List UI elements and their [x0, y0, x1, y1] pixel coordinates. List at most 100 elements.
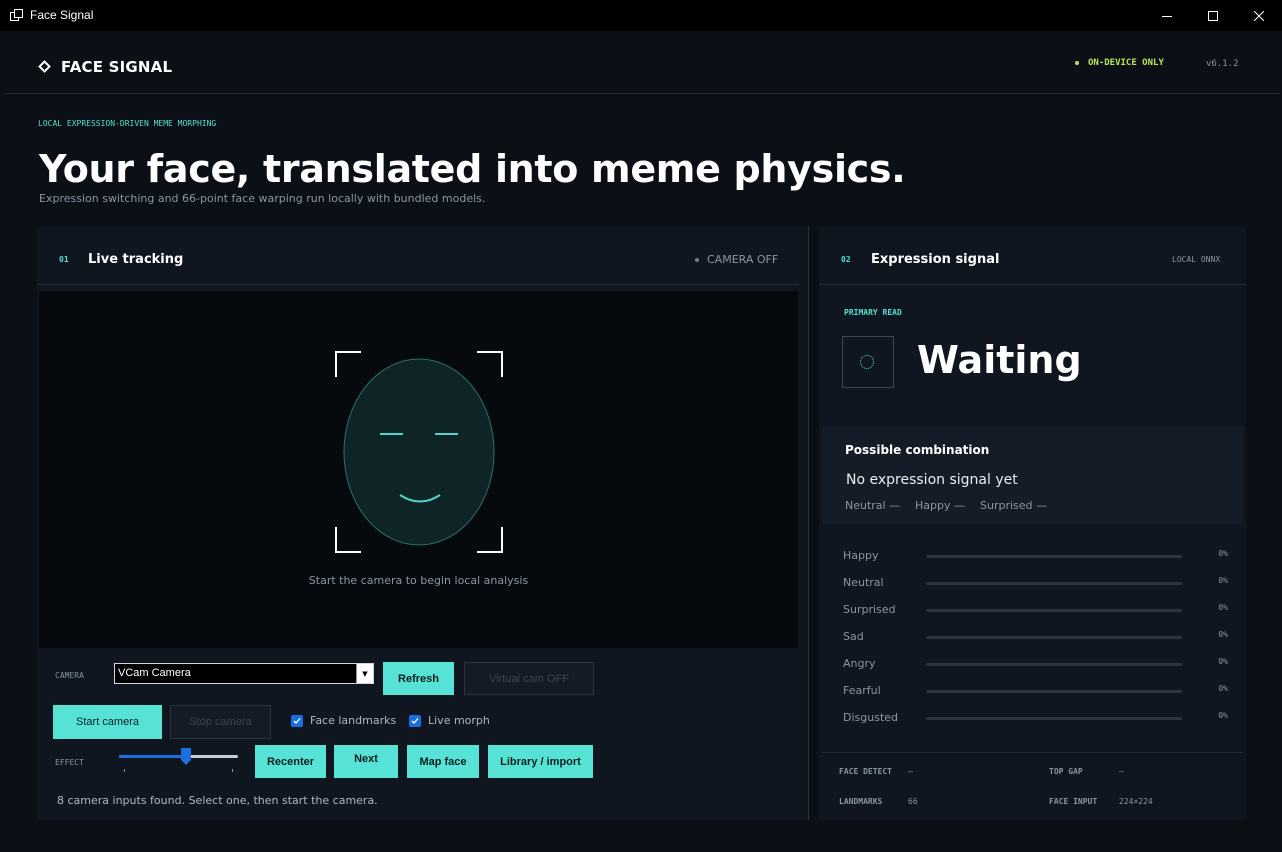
- live-morph-checkbox[interactable]: Live morph: [409, 714, 490, 727]
- camera-preview: Start the camera to begin local analysis: [39, 291, 798, 648]
- maximize-icon: [1208, 10, 1218, 21]
- emotion-percent: 0%: [1218, 630, 1228, 639]
- effect-slider[interactable]: [119, 746, 238, 772]
- brand-name: FACE SIGNAL: [61, 58, 173, 76]
- camera-label: CAMERA: [55, 671, 84, 680]
- top-gap-label: TOP GAP: [1049, 767, 1083, 776]
- camera-hint: Start the camera to begin local analysis: [308, 574, 529, 587]
- close-icon: [1254, 10, 1264, 21]
- panel-number: 02: [841, 255, 851, 264]
- emotion-row: Surprised 0%: [843, 603, 1228, 617]
- emotion-name: Fearful: [843, 684, 881, 697]
- slider-fill: [119, 755, 186, 758]
- emotion-bar: [926, 582, 1182, 585]
- on-device-label: ON-DEVICE ONLY: [1088, 58, 1164, 68]
- panel-divider: [819, 284, 1246, 285]
- emotion-name: Happy: [843, 549, 879, 562]
- map-face-button[interactable]: Map face: [407, 745, 479, 778]
- landmarks-stat-value: 66: [908, 797, 918, 806]
- start-camera-button[interactable]: Start camera: [53, 705, 162, 739]
- combination-tag: Happy —: [915, 499, 965, 512]
- camera-select-value: VCam Camera: [118, 667, 191, 679]
- emotion-bar: [926, 663, 1182, 666]
- close-button[interactable]: [1236, 0, 1282, 31]
- emotion-name: Angry: [843, 657, 876, 670]
- emotion-row: Neutral 0%: [843, 576, 1228, 590]
- panel-number: 01: [59, 255, 69, 264]
- face-placeholder-icon: [335, 351, 503, 553]
- face-detect-label: FACE DETECT: [839, 767, 892, 776]
- emotion-percent: 0%: [1218, 711, 1228, 720]
- on-device-status: ON-DEVICE ONLY: [1075, 58, 1164, 68]
- next-button[interactable]: Next: [334, 745, 398, 778]
- panel-title: Expression signal: [871, 252, 1000, 267]
- camera-select[interactable]: VCam Camera ▼: [114, 663, 374, 684]
- emotion-bar: [926, 609, 1182, 612]
- diamond-icon: [38, 60, 51, 73]
- emotion-row: Fearful 0%: [843, 684, 1228, 698]
- face-input-value: 224×224: [1119, 797, 1153, 806]
- emotion-percent: 0%: [1218, 657, 1228, 666]
- top-gap-value: —: [1119, 767, 1124, 776]
- camera-status-label: CAMERA OFF: [707, 253, 779, 266]
- effect-label: EFFECT: [55, 758, 84, 767]
- panel-title: Live tracking: [88, 252, 184, 267]
- emotion-percent: 0%: [1218, 603, 1228, 612]
- minimize-button[interactable]: [1144, 0, 1190, 31]
- recenter-button[interactable]: Recenter: [255, 745, 326, 778]
- emotion-name: Sad: [843, 630, 864, 643]
- combination-text: No expression signal yet: [846, 472, 1018, 488]
- face-landmarks-checkbox[interactable]: Face landmarks: [291, 714, 396, 727]
- emotion-percent: 0%: [1218, 576, 1228, 585]
- engine-label: LOCAL ONNX: [1172, 255, 1221, 264]
- primary-read-label: PRIMARY READ: [844, 308, 902, 317]
- slider-thumb[interactable]: [181, 748, 191, 765]
- emotion-bar: [926, 636, 1182, 639]
- chevron-down-icon[interactable]: ▼: [356, 664, 373, 683]
- emotion-percent: 0%: [1218, 684, 1228, 693]
- title-bar: Face Signal: [0, 0, 1282, 31]
- checkmark-icon: [409, 714, 421, 727]
- window-title: Face Signal: [30, 8, 94, 22]
- combination-tag: Neutral —: [845, 499, 901, 512]
- emotion-percent: 0%: [1218, 549, 1228, 558]
- camera-status-dot-icon: [695, 258, 699, 262]
- emotion-name: Surprised: [843, 603, 896, 616]
- slider-tick: [124, 769, 125, 772]
- virtual-cam-button[interactable]: Virtual cam OFF: [464, 662, 594, 695]
- emotion-name: Disgusted: [843, 711, 899, 724]
- camera-status: CAMERA OFF: [695, 253, 778, 266]
- version-label: v6.1.2: [1206, 59, 1239, 69]
- face-input-label: FACE INPUT: [1049, 797, 1098, 806]
- face-detect-value: —: [908, 767, 913, 776]
- stats-divider: [822, 752, 1243, 753]
- slider-tick: [232, 769, 233, 772]
- emotion-row: Happy 0%: [843, 549, 1228, 563]
- hero-subtitle: Expression switching and 66-point face w…: [39, 192, 486, 205]
- emotion-bar: [926, 555, 1182, 558]
- hero-title: Your face, translated into meme physics.: [39, 147, 906, 191]
- emotion-bar: [926, 717, 1182, 720]
- emotion-name: Neutral: [843, 576, 884, 589]
- primary-read-value: Waiting: [917, 338, 1082, 382]
- emotion-row: Disgusted 0%: [843, 711, 1228, 725]
- emotion-row: Angry 0%: [843, 657, 1228, 671]
- combination-tag: Surprised —: [980, 499, 1048, 512]
- refresh-button[interactable]: Refresh: [383, 662, 454, 695]
- panel-divider: [37, 284, 799, 285]
- stop-camera-button[interactable]: Stop camera: [170, 705, 271, 739]
- app-icon: [10, 9, 23, 21]
- expression-signal-panel: 02 Expression signal LOCAL ONNX PRIMARY …: [819, 226, 1246, 820]
- status-dot-icon: [1075, 60, 1079, 65]
- library-import-button[interactable]: Library / import: [488, 745, 593, 778]
- camera-status-message: 8 camera inputs found. Select one, then …: [57, 794, 378, 807]
- app-header: FACE SIGNAL ON-DEVICE ONLY v6.1.2: [4, 31, 1280, 94]
- minimize-icon: [1162, 15, 1172, 17]
- live-tracking-panel: 01 Live tracking CAMERA OFF Start the ca…: [37, 226, 809, 820]
- emotion-bar: [926, 690, 1182, 693]
- maximize-button[interactable]: [1190, 0, 1236, 31]
- combination-title: Possible combination: [845, 443, 990, 457]
- landmarks-stat-label: LANDMARKS: [839, 797, 883, 806]
- live-morph-label: Live morph: [428, 714, 490, 727]
- checkmark-icon: [291, 714, 303, 727]
